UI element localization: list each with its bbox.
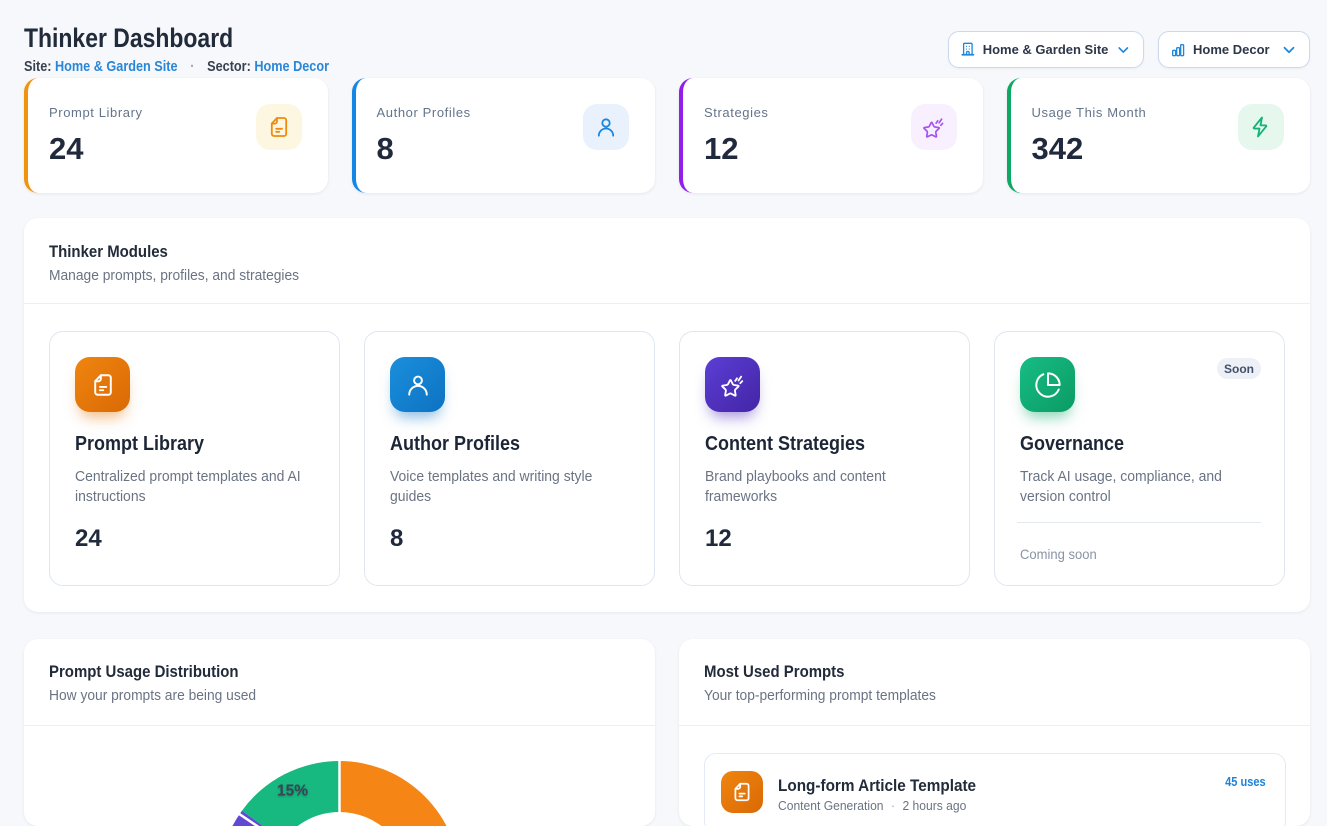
svg-text:15%: 15%	[277, 783, 308, 800]
